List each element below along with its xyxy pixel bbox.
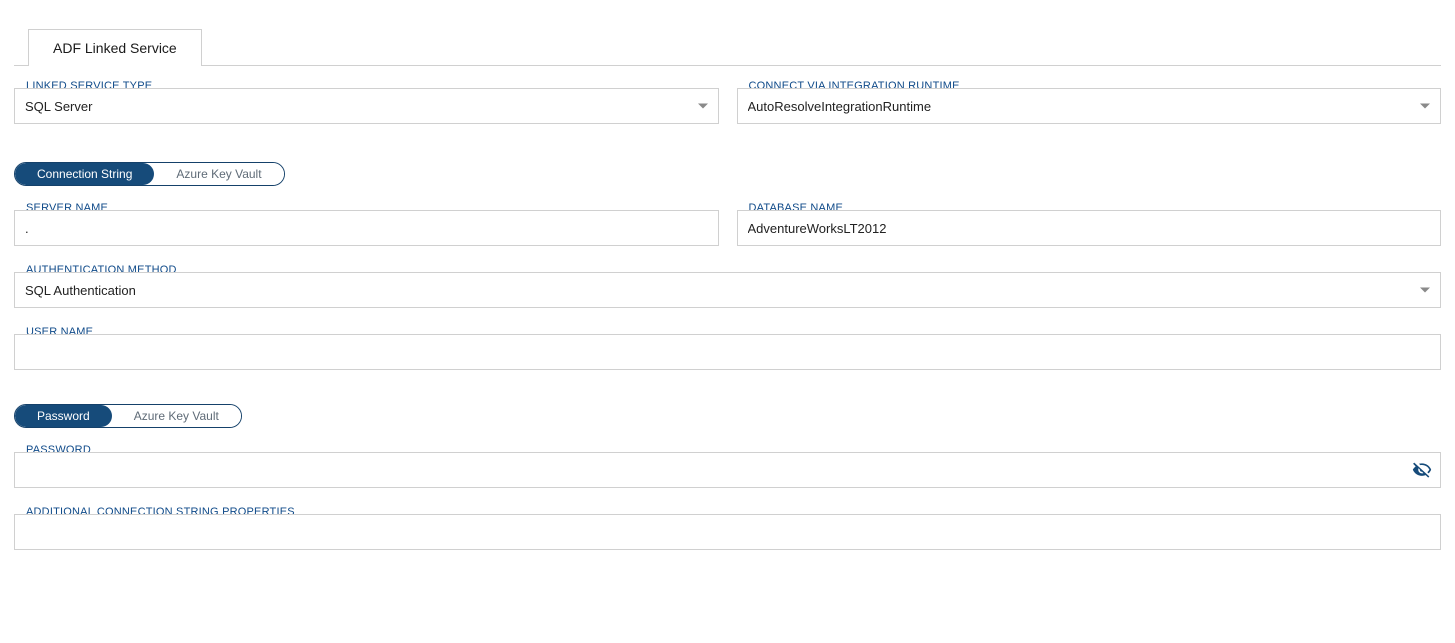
chevron-down-icon	[1420, 104, 1430, 109]
input-user-name-wrap	[14, 334, 1441, 370]
input-server-name[interactable]	[25, 221, 708, 236]
toggle-password-source[interactable]: Password Azure Key Vault	[14, 404, 242, 428]
toggle-password-visibility[interactable]	[1412, 460, 1432, 480]
input-password-wrap	[14, 452, 1441, 488]
input-additional-props[interactable]	[25, 525, 1430, 540]
toggle-password-akv[interactable]: Azure Key Vault	[112, 405, 241, 427]
input-additional-props-wrap	[14, 514, 1441, 550]
input-database-name[interactable]	[748, 221, 1431, 236]
select-auth-method[interactable]: SQL Authentication	[14, 272, 1441, 308]
select-linked-service-type[interactable]: SQL Server	[14, 88, 719, 124]
tab-adf-linked-service[interactable]: ADF Linked Service	[28, 29, 202, 66]
chevron-down-icon	[1420, 288, 1430, 293]
field-linked-service-type: LINKED SERVICE TYPE SQL Server	[14, 88, 719, 124]
input-user-name[interactable]	[25, 345, 1430, 360]
config-page: ADF Linked Service LINKED SERVICE TYPE S…	[0, 28, 1455, 550]
field-auth-method: AUTHENTICATION METHOD SQL Authentication	[14, 272, 1441, 308]
field-additional-props: ADDITIONAL CONNECTION STRING PROPERTIES	[14, 514, 1441, 550]
field-user-name: USER NAME	[14, 334, 1441, 370]
field-integration-runtime: CONNECT VIA INTEGRATION RUNTIME AutoReso…	[737, 88, 1442, 124]
input-password[interactable]	[25, 463, 1430, 478]
select-integration-runtime[interactable]: AutoResolveIntegrationRuntime	[737, 88, 1442, 124]
tab-bar: ADF Linked Service	[14, 28, 1441, 66]
form-area: LINKED SERVICE TYPE SQL Server CONNECT V…	[0, 66, 1455, 550]
toggle-password[interactable]: Password	[15, 405, 112, 427]
field-server-name: SERVER NAME	[14, 210, 719, 246]
input-server-name-wrap	[14, 210, 719, 246]
chevron-down-icon	[698, 104, 708, 109]
toggle-connection-source[interactable]: Connection String Azure Key Vault	[14, 162, 285, 186]
toggle-connection-string[interactable]: Connection String	[15, 163, 154, 185]
input-database-name-wrap	[737, 210, 1442, 246]
field-password: PASSWORD	[14, 452, 1441, 488]
toggle-connection-akv[interactable]: Azure Key Vault	[154, 163, 283, 185]
value-integration-runtime: AutoResolveIntegrationRuntime	[748, 99, 1407, 114]
value-linked-service-type: SQL Server	[25, 99, 684, 114]
eye-off-icon	[1412, 460, 1432, 480]
field-database-name: DATABASE NAME	[737, 210, 1442, 246]
value-auth-method: SQL Authentication	[25, 283, 1406, 298]
